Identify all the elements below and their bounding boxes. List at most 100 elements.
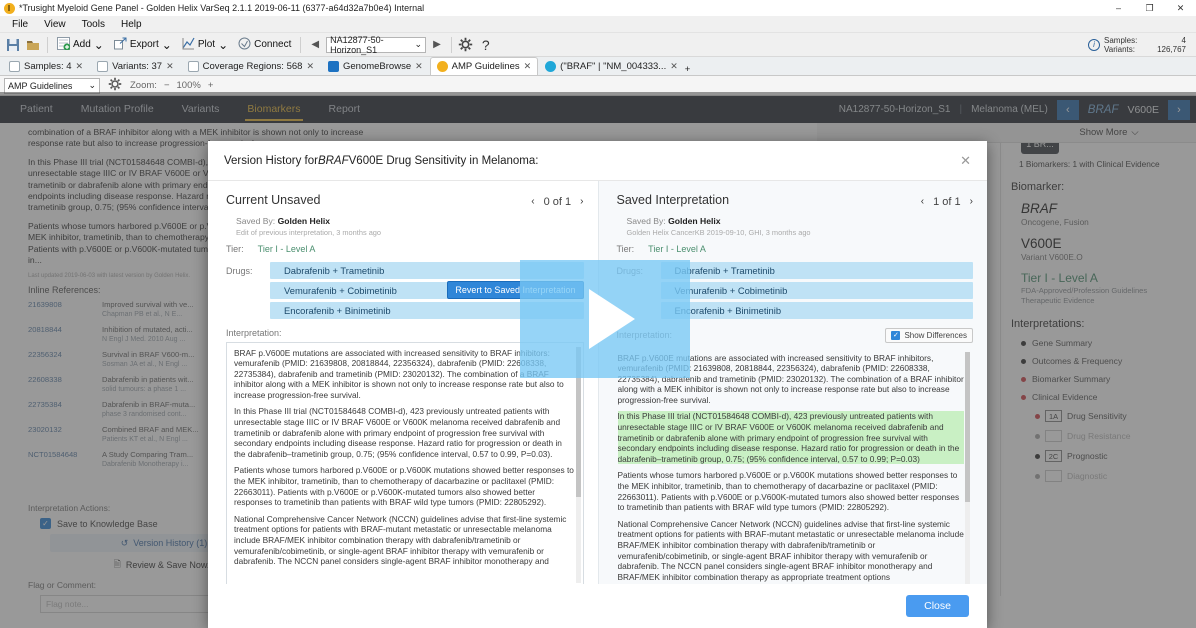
connect-button[interactable]: Connect [234, 35, 295, 55]
tab-amp-guidelines[interactable]: AMP Guidelines ✕ [429, 57, 539, 75]
dialog-footer: Close [208, 584, 987, 628]
minimize-button[interactable]: – [1103, 0, 1134, 16]
menu-tools[interactable]: Tools [74, 16, 113, 33]
report-selector-value: AMP Guidelines [8, 80, 73, 91]
toolbar-separator [450, 36, 452, 53]
add-button[interactable]: Add ⌄ [53, 35, 108, 55]
saved-by-label: Saved By: [236, 215, 276, 226]
tab-coverage-regions[interactable]: Coverage Regions: 568 ✕ [181, 57, 321, 75]
show-differences-checkbox[interactable]: ✓ [891, 330, 901, 340]
open-folder-icon[interactable] [24, 36, 42, 54]
chevron-down-icon[interactable]: ⌄ [218, 39, 228, 51]
export-button[interactable]: Export ⌄ [110, 35, 176, 55]
gear-icon[interactable] [457, 36, 475, 54]
video-play-overlay[interactable] [520, 260, 690, 378]
pager-prev-button[interactable]: ‹ [921, 196, 924, 207]
add-icon [57, 36, 71, 53]
amp-icon [436, 61, 448, 72]
zoom-out-button[interactable]: − [164, 80, 170, 91]
interpretation-paragraph-highlighted: In this Phase III trial (NCT01584648 COM… [617, 411, 964, 465]
tab-close-icon[interactable]: ✕ [670, 61, 678, 72]
dialog-body: Current Unsaved ‹ 0 of 1 › Saved By: Gol… [208, 181, 987, 584]
show-differences-label: Show Differences [904, 330, 967, 340]
dialog-title-prefix: Version History for [224, 154, 318, 167]
interpretation-paragraph: National Comprehensive Cancer Network (N… [617, 518, 964, 582]
tab-label: Coverage Regions: 568 [202, 61, 303, 72]
tab-label: ("BRAF" | "NM_004333... [560, 61, 667, 72]
document-tab-bar: Samples: 4 ✕ Variants: 37 ✕ Coverage Reg… [0, 57, 1196, 76]
show-differences-toggle[interactable]: ✓ Show Differences [885, 327, 973, 343]
current-pane-header: Current Unsaved ‹ 0 of 1 › [226, 193, 584, 208]
app-icon [4, 2, 15, 14]
close-button[interactable]: Close [906, 595, 969, 617]
pager-text: 0 of 1 [543, 195, 572, 208]
current-pane-title: Current Unsaved [226, 193, 321, 207]
sample-selector[interactable]: NA12877-50-Horizon_S1 ⌄ [326, 34, 427, 55]
add-label: Add [73, 39, 91, 50]
saved-by-value: Golden Helix [668, 215, 721, 226]
zoom-in-button[interactable]: + [208, 80, 214, 91]
dialog-header: Version History for BRAF V600E Drug Sens… [208, 141, 987, 181]
menu-help[interactable]: Help [113, 16, 150, 33]
tier-label: Tier: [226, 243, 244, 254]
plot-label: Plot [197, 39, 216, 50]
plot-button[interactable]: Plot ⌄ [178, 35, 232, 55]
window-title: *Trusight Myeloid Gene Panel - Golden He… [19, 3, 425, 13]
pager-next-button[interactable]: › [970, 196, 973, 207]
main-toolbar: Add ⌄ Export ⌄ Plot ⌄ Connect ◀ NA12877- [0, 33, 1196, 57]
grid-icon [97, 61, 109, 72]
previous-sample-button[interactable]: ◀ [306, 39, 324, 50]
menu-file[interactable]: File [4, 16, 36, 33]
tab-close-icon[interactable]: ✕ [306, 61, 314, 72]
menu-view[interactable]: View [36, 16, 74, 33]
chevron-down-icon: ⌄ [414, 39, 423, 49]
connect-icon [238, 37, 251, 53]
tab-close-icon[interactable]: ✕ [76, 61, 84, 72]
pager-prev-button[interactable]: ‹ [531, 196, 534, 207]
close-icon[interactable]: ✕ [960, 153, 971, 169]
help-icon[interactable]: ? [477, 36, 495, 54]
chevron-down-icon[interactable]: ⌄ [94, 39, 104, 51]
saved-by-value: Golden Helix [277, 215, 331, 226]
saved-saved-by: Saved By: Golden Helix [627, 216, 974, 226]
drugs-label: Drugs: [226, 265, 253, 276]
tab-variants[interactable]: Variants: 37 ✕ [90, 57, 181, 75]
tab-close-icon[interactable]: ✕ [166, 61, 174, 72]
interpretation-scrollbar[interactable] [965, 351, 970, 584]
chevron-down-icon[interactable]: ⌄ [162, 39, 172, 51]
info-icon: i [1088, 38, 1100, 51]
scrollbar-thumb[interactable] [965, 351, 970, 502]
variants-count-value: 126,767 [1157, 44, 1186, 54]
zoom-controls: Zoom: − 100% + [130, 80, 213, 91]
sample-selector-value: NA12877-50-Horizon_S1 [330, 34, 384, 55]
tab-genomebrowse[interactable]: GenomeBrowse ✕ [321, 57, 430, 75]
maximize-button[interactable]: ❐ [1134, 0, 1165, 16]
saved-interpretation-text[interactable]: BRAF p.V600E mutations are associated wi… [617, 347, 974, 584]
zoom-label: Zoom: [130, 80, 157, 91]
play-triangle-icon[interactable] [589, 289, 635, 349]
tab-samples[interactable]: Samples: 4 ✕ [2, 57, 90, 75]
drug-chip: Encorafenib + Binimetinib [660, 301, 973, 319]
pager-text: 1 of 1 [933, 195, 961, 208]
interpretation-paragraph: Patients whose tumors harbored p.V600E o… [234, 465, 574, 508]
record-counters: i Samples: 4 Variants: 126,767 [1088, 36, 1192, 54]
toolbar-separator [300, 36, 302, 53]
current-pager: ‹ 0 of 1 › [531, 196, 583, 208]
save-icon[interactable] [4, 36, 22, 54]
tab-braf-transcript[interactable]: ("BRAF" | "NM_004333... ✕ [538, 57, 685, 75]
transcript-icon [545, 61, 557, 72]
plot-icon [182, 37, 195, 53]
new-tab-button[interactable]: + [685, 64, 691, 75]
current-tier-line: Tier: Tier I - Level A [226, 244, 584, 254]
close-window-button[interactable]: ✕ [1165, 0, 1196, 16]
samples-count-label: Samples: [1104, 35, 1138, 45]
window-title-bar: *Trusight Myeloid Gene Panel - Golden He… [0, 0, 1196, 16]
current-unsaved-pane: Current Unsaved ‹ 0 of 1 › Saved By: Gol… [208, 181, 598, 584]
zoom-value: 100% [176, 80, 201, 91]
tier-value: Tier I - Level A [257, 243, 316, 254]
next-sample-button[interactable]: ▶ [428, 39, 446, 50]
tab-close-icon[interactable]: ✕ [524, 61, 532, 72]
interpretation-scrollbar[interactable] [575, 346, 581, 583]
tab-close-icon[interactable]: ✕ [415, 61, 423, 72]
pager-next-button[interactable]: › [580, 196, 583, 207]
